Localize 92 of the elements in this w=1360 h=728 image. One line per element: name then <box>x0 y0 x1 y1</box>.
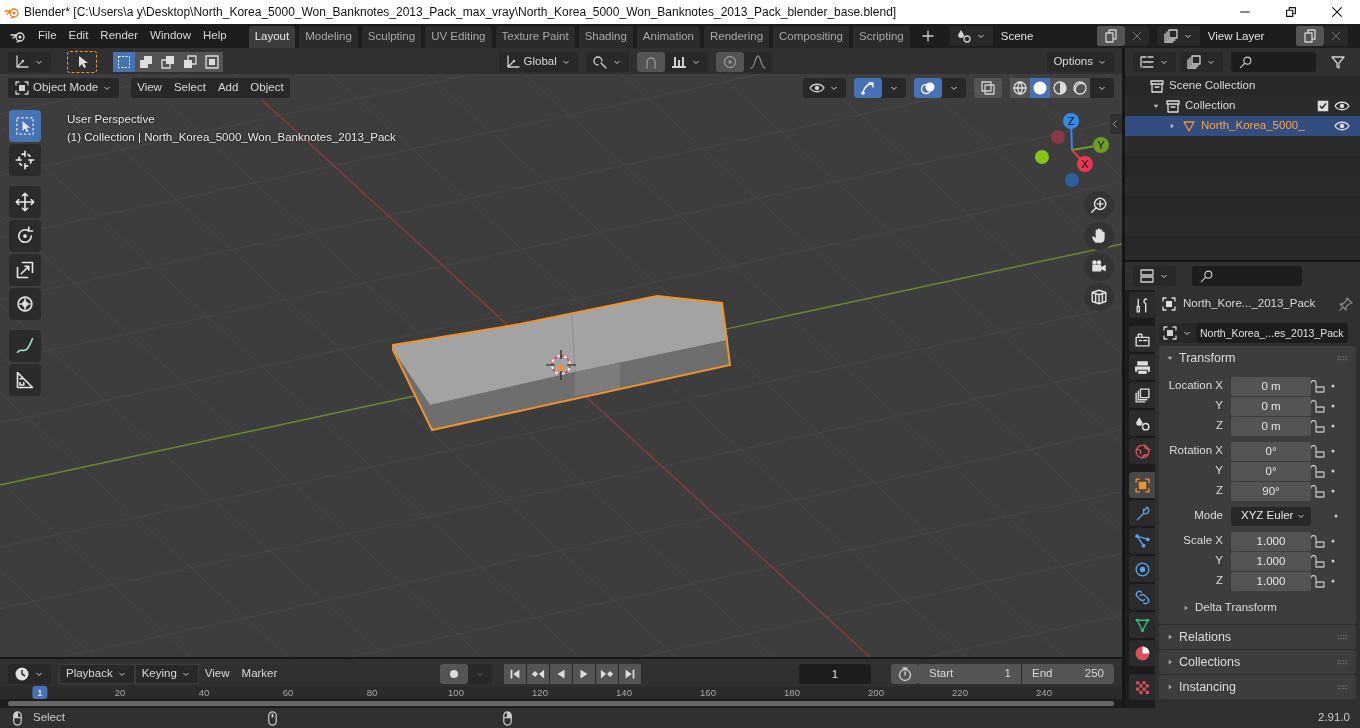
field-label: Y <box>1214 463 1224 479</box>
workspace-tab[interactable]: Animation <box>636 26 700 48</box>
panel-header[interactable]: Instancing <box>1159 675 1356 699</box>
number-field[interactable]: 0° <box>1231 461 1311 481</box>
item-label: Scene Collection <box>1169 78 1257 94</box>
subpanel-header[interactable]: Delta Transform <box>1159 596 1356 620</box>
frame-number: 220 <box>952 686 968 699</box>
header-menu[interactable]: View <box>131 77 168 98</box>
panel-header[interactable]: Collections <box>1159 650 1356 674</box>
menu-item[interactable]: Edit <box>62 26 95 46</box>
mode-dropdown[interactable]: Object Mode <box>8 77 120 98</box>
data-block-field[interactable]: North_Korea_...es_2013_Pack <box>1196 323 1348 343</box>
menu-item[interactable]: Render <box>94 26 145 46</box>
object-name: North_Kore..._2013_Pack <box>1183 296 1317 312</box>
panel-title: Transform <box>1179 349 1237 367</box>
workspace-tab[interactable]: Layout <box>248 26 296 48</box>
frame-number: 20 <box>114 686 126 699</box>
axis-label: Z <box>1067 115 1075 127</box>
frame-number: 60 <box>282 686 294 699</box>
current-frame-marker[interactable]: 1 <box>32 686 48 699</box>
outliner-row[interactable]: Scene Collection <box>1125 76 1360 96</box>
number-field[interactable]: 0° <box>1231 441 1311 461</box>
item-label: Collection <box>1185 98 1237 114</box>
field-label: Mode <box>1193 508 1224 524</box>
header-menu[interactable]: Object <box>244 77 290 98</box>
number-field[interactable]: 1.000 <box>1231 571 1311 591</box>
version-label: 2.91.0 <box>1318 710 1350 726</box>
panel-title: Instancing <box>1179 678 1237 696</box>
status-action: Select <box>33 710 65 726</box>
start-frame-field[interactable]: Start 1 <box>919 664 1021 684</box>
number-field[interactable]: 1.000 <box>1231 531 1311 551</box>
timeline-menu[interactable]: Playback <box>59 664 135 684</box>
field-value: 250 <box>1084 666 1104 682</box>
current-frame-field[interactable]: 1 <box>799 664 871 684</box>
number-field[interactable]: 0 m <box>1231 376 1311 396</box>
field-label: Z <box>1214 573 1224 589</box>
timeline-menu[interactable]: Keying <box>134 664 199 684</box>
workspace-tab[interactable]: Rendering <box>704 26 770 48</box>
field-label: Location X <box>1167 378 1224 394</box>
frame-number: 160 <box>700 686 716 699</box>
frame-number: 40 <box>198 686 210 699</box>
menu-item[interactable]: File <box>32 26 63 46</box>
item-label: North_Korea_5000_ <box>1201 118 1306 134</box>
outliner-row[interactable]: Collection <box>1125 96 1360 116</box>
menu-item[interactable]: Help <box>197 26 233 46</box>
mode-dropdown[interactable]: XYZ Euler <box>1231 506 1311 526</box>
field-label: Z <box>1214 418 1224 434</box>
timeline-menu[interactable]: View <box>198 664 236 684</box>
field-label: Rotation X <box>1168 443 1224 459</box>
axis-label: Y <box>1097 139 1105 151</box>
header-menu[interactable]: Select <box>167 77 212 98</box>
field-label: End <box>1032 666 1053 682</box>
timeline-menu[interactable]: Marker <box>235 664 284 684</box>
frame-number: 240 <box>1036 686 1052 699</box>
frame-number: 120 <box>532 686 548 699</box>
workspace-tab[interactable]: Shading <box>578 26 633 48</box>
frame-number: 80 <box>366 686 378 699</box>
axis-label: X <box>1081 158 1089 170</box>
field-label: Y <box>1214 553 1224 569</box>
outliner-row[interactable]: North_Korea_5000_ <box>1125 116 1360 136</box>
number-field[interactable]: 0 m <box>1231 396 1311 416</box>
end-frame-field[interactable]: End 250 <box>1022 664 1114 684</box>
number-field[interactable]: 0 m <box>1231 416 1311 436</box>
panel-title: Relations <box>1179 628 1233 646</box>
frame-number: 100 <box>448 686 464 699</box>
view-info: (1) Collection | North_Korea_5000_Won_Banknotes_2013_Pack <box>67 130 396 145</box>
frame-number: 200 <box>868 686 884 699</box>
workspace-tab[interactable]: Texture Paint <box>495 26 575 48</box>
panel-header[interactable]: Transform <box>1159 346 1356 370</box>
menu-item[interactable]: Window <box>144 26 197 46</box>
options-dropdown[interactable]: Options <box>1047 52 1114 72</box>
panel-title: Collections <box>1179 653 1242 671</box>
workspace-tab[interactable]: Sculpting <box>361 26 422 48</box>
number-field[interactable]: 1.000 <box>1231 551 1311 571</box>
frame-number: 140 <box>616 686 632 699</box>
header-menu[interactable]: Add <box>211 77 245 98</box>
number-field[interactable]: 90° <box>1231 481 1311 501</box>
field-value: 1 <box>1004 666 1011 682</box>
orientation-dropdown[interactable]: Global <box>498 52 578 72</box>
workspace-tab[interactable]: Scripting <box>853 26 910 48</box>
frame-number: 180 <box>784 686 800 699</box>
field-label: Y <box>1214 398 1224 414</box>
workspace-tab[interactable]: Compositing <box>773 26 849 48</box>
field-label: Z <box>1214 483 1224 499</box>
workspace-tab[interactable]: UV Editing <box>425 26 492 48</box>
window-title: Blender* [C:\Users\a y\Desktop\North_Korea_5000_Won_Banknotes_2013_Pack_max_vray\North_Korea_5000_Won_Banknotes_2013_Pack_blender_base.blend] <box>24 4 898 21</box>
subpanel-title: Delta Transform <box>1195 600 1277 616</box>
workspace-tab[interactable]: Modeling <box>299 26 358 48</box>
field-label: Scale X <box>1182 533 1224 549</box>
panel-header[interactable]: Relations <box>1159 625 1356 649</box>
field-label: Start <box>929 666 954 682</box>
view-name: User Perspective <box>67 112 156 127</box>
